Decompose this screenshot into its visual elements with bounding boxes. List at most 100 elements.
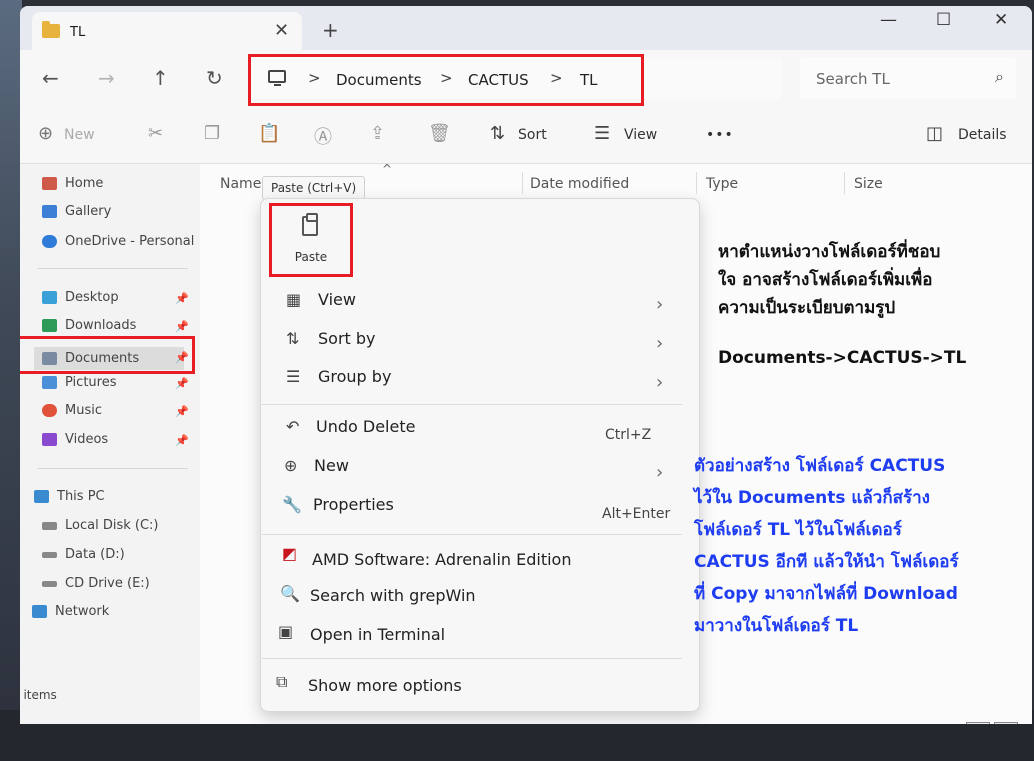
sidebar-item-label: Music xyxy=(65,403,102,418)
delete-icon[interactable]: 🗑 xyxy=(428,123,451,144)
tiles-view-toggle[interactable] xyxy=(994,722,1018,724)
search-box[interactable]: Search TL ⌕ xyxy=(800,57,1016,99)
tab-title: TL xyxy=(70,25,86,40)
column-separator[interactable] xyxy=(696,172,697,194)
share-icon[interactable]: ⇪ xyxy=(370,123,385,144)
details-view-toggle[interactable] xyxy=(966,722,990,724)
command-bar: ⊕ New ✂ ❐ 📋 Ⓐ ⇪ 🗑 ⇅ Sort ☰ View ••• ◫ De… xyxy=(20,110,1032,164)
undo-shortcut: Ctrl+Z xyxy=(605,427,652,443)
view-button[interactable]: View xyxy=(624,127,657,143)
new-button[interactable]: New xyxy=(64,127,95,143)
rename-icon[interactable]: Ⓐ xyxy=(314,123,332,149)
sidebar-item-pictures[interactable]: Pictures xyxy=(42,375,116,390)
column-separator[interactable] xyxy=(522,172,523,194)
forward-button[interactable]: → xyxy=(98,66,115,90)
amd-logo-icon: ◩ xyxy=(282,544,298,563)
tab-tl[interactable]: TL ✕ xyxy=(32,12,302,50)
sidebar-item-home[interactable]: Home xyxy=(42,176,103,191)
sidebar-item-label: Pictures xyxy=(65,375,117,390)
sort-icon: ⇅ xyxy=(490,123,506,144)
annotation-path: Documents->CACTUS->TL xyxy=(718,348,967,368)
column-type[interactable]: Type xyxy=(706,176,738,192)
annotation-line: ตัวอย่างสร้าง โฟล์เดอร์ CACTUS xyxy=(694,456,946,476)
status-item-count: 0 items xyxy=(20,688,57,702)
sort-ascending-icon: ^ xyxy=(382,162,393,176)
column-size[interactable]: Size xyxy=(854,176,883,192)
copy-icon[interactable]: ❐ xyxy=(204,123,220,144)
wrench-icon: 🔧 xyxy=(282,495,302,514)
refresh-button[interactable]: ↻ xyxy=(206,66,223,90)
new-plus-icon: ⊕ xyxy=(38,123,54,144)
sidebar-item-this-pc[interactable]: This PC xyxy=(34,489,105,504)
search-input[interactable]: Search TL xyxy=(816,70,890,88)
column-name[interactable]: Name xyxy=(220,176,261,192)
menu-item-amd-software[interactable]: AMD Software: Adrenalin Edition xyxy=(312,550,571,569)
sidebar-item-music[interactable]: Music xyxy=(42,403,102,418)
menu-item-show-more-options[interactable]: Show more options xyxy=(308,676,462,695)
pictures-icon xyxy=(42,376,57,389)
menu-item-search-grepwin[interactable]: Search with grepWin xyxy=(310,586,476,605)
sidebar-item-gallery[interactable]: Gallery xyxy=(42,204,111,219)
menu-item-properties[interactable]: Properties xyxy=(313,495,394,514)
column-separator[interactable] xyxy=(844,172,845,194)
sidebar-item-cd-drive[interactable]: CD Drive (E:) xyxy=(42,576,150,591)
terminal-icon: ▣ xyxy=(278,622,294,641)
menu-separator xyxy=(262,658,682,659)
new-plus-icon: ⊕ xyxy=(284,456,298,475)
sidebar-item-label: Home xyxy=(65,176,104,191)
pin-icon: 📌 xyxy=(175,292,189,305)
menu-item-open-terminal[interactable]: Open in Terminal xyxy=(310,625,445,644)
annotation-line: ไว้ใน Documents แล้วก็สร้าง xyxy=(694,488,930,508)
sidebar-item-downloads[interactable]: Downloads xyxy=(42,318,136,333)
menu-item-group-by[interactable]: Group by xyxy=(318,367,391,386)
paste-icon[interactable]: 📋 xyxy=(258,123,280,144)
cloud-icon xyxy=(42,235,57,248)
annotation-line: ที่ Copy มาจากไฟล์ที่ Download xyxy=(694,584,958,604)
pin-icon: 📌 xyxy=(175,405,189,418)
back-button[interactable]: ← xyxy=(42,66,59,90)
close-window-button[interactable]: ✕ xyxy=(994,10,1008,30)
video-icon xyxy=(42,433,57,446)
menu-item-undo-delete[interactable]: Undo Delete xyxy=(316,417,415,436)
more-options-button[interactable]: ••• xyxy=(706,127,734,143)
chevron-right-icon: › xyxy=(656,372,664,393)
sidebar-item-onedrive[interactable]: OneDrive - Personal xyxy=(42,234,194,249)
group-icon: ☰ xyxy=(286,367,301,386)
annotation-line: โฟล์เดอร์ TL ไว้ในโฟล์เดอร์ xyxy=(694,520,902,540)
sidebar-item-videos[interactable]: Videos xyxy=(42,432,108,447)
new-tab-button[interactable]: + xyxy=(322,18,339,42)
chevron-right-icon: › xyxy=(656,294,664,315)
sidebar-item-label: Gallery xyxy=(65,204,112,219)
desktop-icon xyxy=(42,291,57,304)
up-button[interactable]: ↑ xyxy=(152,66,169,90)
annotation-blue: ตัวอย่างสร้าง โฟล์เดอร์ CACTUS ไว้ใน Doc… xyxy=(694,450,959,642)
details-button[interactable]: Details xyxy=(958,127,1007,143)
sidebar-item-network[interactable]: Network xyxy=(32,604,109,619)
gallery-icon xyxy=(42,205,57,218)
sidebar-divider xyxy=(38,268,188,269)
tab-bar: TL ✕ + — ☐ ✕ xyxy=(20,6,1032,50)
menu-item-sort-by[interactable]: Sort by xyxy=(318,329,376,348)
cut-icon[interactable]: ✂ xyxy=(148,123,163,144)
sidebar-item-local-disk[interactable]: Local Disk (C:) xyxy=(42,518,158,533)
menu-item-new[interactable]: New xyxy=(314,456,349,475)
undo-icon: ↶ xyxy=(286,417,300,436)
view-grid-icon: ▦ xyxy=(286,290,302,309)
annotation-line: ความเป็นระเบียบตามรูป xyxy=(718,298,896,318)
sort-button[interactable]: Sort xyxy=(518,127,547,143)
sidebar-item-label: Network xyxy=(55,604,110,619)
sidebar-item-data-d[interactable]: Data (D:) xyxy=(42,547,125,562)
network-icon xyxy=(32,605,47,618)
cd-drive-icon xyxy=(42,580,57,587)
paste-tooltip: Paste (Ctrl+V) xyxy=(262,176,366,200)
minimize-button[interactable]: — xyxy=(880,10,897,30)
maximize-button[interactable]: ☐ xyxy=(936,10,951,30)
sidebar-item-desktop[interactable]: Desktop xyxy=(42,290,119,305)
menu-item-view[interactable]: View xyxy=(318,290,356,309)
annotation-line: CACTUS อีกที แล้วให้นำ โฟล์เดอร์ xyxy=(694,552,959,572)
column-date-modified[interactable]: Date modified xyxy=(530,176,629,192)
chevron-right-icon: › xyxy=(656,333,664,354)
sidebar-divider xyxy=(38,468,188,469)
tab-close-icon[interactable]: ✕ xyxy=(274,20,289,41)
annotation-black: หาตำแหน่งวางโฟล์เดอร์ที่ชอบ ใจ อาจสร้างโ… xyxy=(718,238,966,372)
